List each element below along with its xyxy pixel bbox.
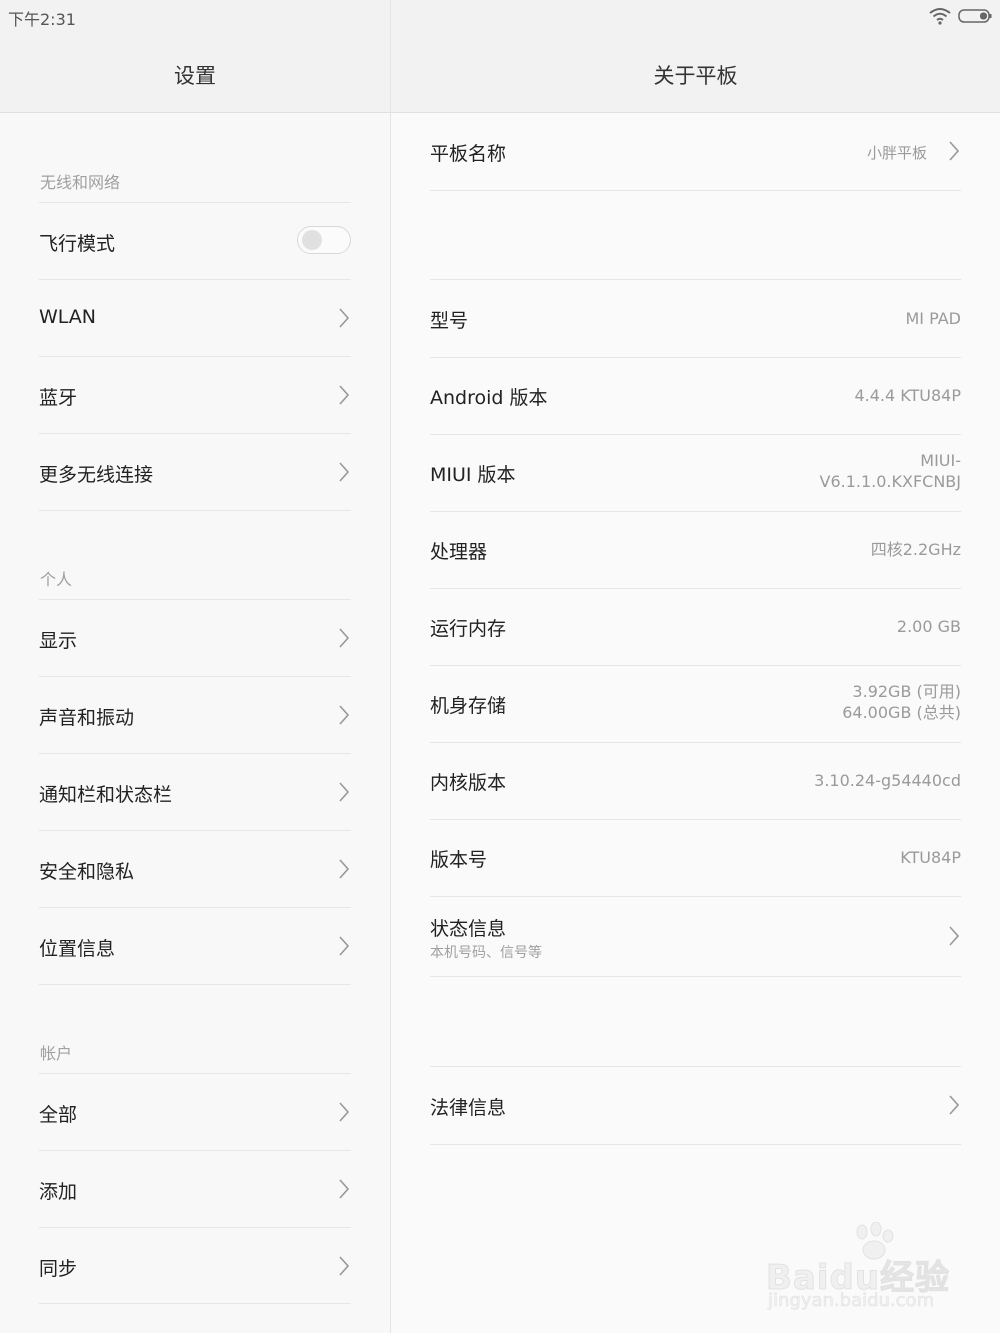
settings-item-bluetooth[interactable]: 蓝牙 bbox=[39, 356, 351, 434]
settings-item-sync[interactable]: 同步 bbox=[39, 1227, 351, 1305]
chevron-right-icon bbox=[339, 462, 349, 482]
miui-version-value: MIUI- V6.1.1.0.KXFCNBJ bbox=[820, 450, 962, 492]
settings-item-label: 显示 bbox=[39, 630, 78, 652]
about-item-label: MIUI 版本 bbox=[430, 464, 516, 486]
settings-item-display[interactable]: 显示 bbox=[39, 599, 351, 677]
storage-available: 3.92GB (可用) bbox=[852, 682, 961, 701]
status-time: 下午2:31 bbox=[8, 10, 76, 29]
settings-item-label: 声音和振动 bbox=[39, 707, 135, 729]
device-name-value: 小胖平板 bbox=[866, 144, 927, 162]
kernel-value: 3.10.24-g54440cd bbox=[814, 771, 961, 790]
about-item-label: 版本号 bbox=[430, 849, 488, 871]
chevron-right-icon bbox=[339, 628, 349, 648]
storage-value: 3.92GB (可用) 64.00GB (总共) bbox=[842, 681, 961, 723]
settings-item-label: 飞行模式 bbox=[39, 233, 116, 255]
miui-version-line2: V6.1.1.0.KXFCNBJ bbox=[819, 472, 962, 491]
about-title: 关于平板 bbox=[653, 64, 738, 88]
settings-list: 无线和网络 飞行模式 WLAN 蓝牙 更多无线连接 个人 显示 声音和振动 通知… bbox=[0, 113, 390, 1333]
settings-item-security[interactable]: 安全和隐私 bbox=[39, 830, 351, 908]
miui-version-line1: MIUI- bbox=[920, 451, 961, 470]
chevron-right-icon bbox=[339, 1179, 349, 1199]
about-item-label: 平板名称 bbox=[430, 143, 507, 165]
section-label-accounts: 帐户 bbox=[40, 1044, 73, 1063]
build-number-value: KTU84P bbox=[900, 848, 961, 867]
settings-item-add-account[interactable]: 添加 bbox=[39, 1150, 351, 1228]
settings-item-label: 通知栏和状态栏 bbox=[39, 784, 173, 806]
section-label-personal: 个人 bbox=[40, 570, 73, 589]
android-version-value: 4.4.4 KTU84P bbox=[854, 386, 961, 405]
about-item-ram: 运行内存 2.00 GB bbox=[430, 588, 961, 666]
about-item-label: 型号 bbox=[430, 310, 469, 332]
about-item-label: 运行内存 bbox=[430, 618, 507, 640]
about-item-label: 法律信息 bbox=[430, 1097, 507, 1119]
about-item-android-version: Android 版本 4.4.4 KTU84P bbox=[430, 357, 961, 435]
about-item-storage: 机身存储 3.92GB (可用) 64.00GB (总共) bbox=[430, 665, 961, 743]
settings-item-label: 安全和隐私 bbox=[39, 861, 135, 883]
chevron-right-icon bbox=[339, 385, 349, 405]
about-item-legal[interactable]: 法律信息 bbox=[430, 1067, 961, 1145]
about-item-build-number: 版本号 KTU84P bbox=[430, 819, 961, 897]
settings-item-wlan[interactable]: WLAN bbox=[39, 279, 351, 357]
settings-item-all-accounts[interactable]: 全部 bbox=[39, 1073, 351, 1151]
about-item-status[interactable]: 状态信息 本机号码、信号等 bbox=[430, 896, 961, 977]
divider bbox=[39, 510, 351, 511]
baidu-watermark: Baidu经验 jingyan.baidu.com bbox=[765, 1222, 956, 1312]
settings-item-label: 同步 bbox=[39, 1258, 78, 1280]
settings-header: 设置 bbox=[0, 32, 390, 113]
about-item-model: 型号 MI PAD bbox=[430, 280, 961, 358]
model-value: MI PAD bbox=[905, 309, 962, 328]
chevron-right-icon bbox=[949, 926, 959, 946]
about-item-label: 处理器 bbox=[430, 541, 488, 563]
settings-item-label: 全部 bbox=[39, 1104, 78, 1126]
settings-item-airplane-mode[interactable]: 飞行模式 bbox=[39, 202, 351, 280]
chevron-right-icon bbox=[339, 782, 349, 802]
divider bbox=[39, 984, 351, 985]
status-bar: 下午2:31 bbox=[0, 0, 1000, 32]
settings-item-label: WLAN bbox=[39, 306, 97, 328]
chevron-right-icon bbox=[339, 859, 349, 879]
about-tablet-panel: 平板名称 小胖平板 型号 MI PAD Android 版本 4.4.4 KTU… bbox=[391, 113, 1000, 1333]
about-header: 关于平板 bbox=[391, 32, 1000, 113]
airplane-mode-toggle[interactable] bbox=[297, 226, 351, 254]
divider bbox=[39, 1303, 351, 1304]
about-item-kernel: 内核版本 3.10.24-g54440cd bbox=[430, 742, 961, 820]
chevron-right-icon bbox=[949, 1095, 959, 1115]
section-label-wireless: 无线和网络 bbox=[40, 173, 121, 192]
about-item-device-name[interactable]: 平板名称 小胖平板 bbox=[430, 113, 961, 191]
chevron-right-icon bbox=[339, 705, 349, 725]
chevron-right-icon bbox=[339, 1102, 349, 1122]
chevron-right-icon bbox=[949, 141, 959, 161]
processor-value: 四核2.2GHz bbox=[870, 540, 961, 559]
storage-total: 64.00GB (总共) bbox=[842, 703, 961, 722]
settings-item-label: 蓝牙 bbox=[39, 387, 78, 409]
about-item-processor: 处理器 四核2.2GHz bbox=[430, 511, 961, 589]
battery-icon bbox=[958, 9, 992, 23]
wifi-icon bbox=[929, 8, 951, 25]
about-item-label: 内核版本 bbox=[430, 772, 507, 794]
settings-item-label: 更多无线连接 bbox=[39, 464, 154, 486]
settings-title: 设置 bbox=[174, 64, 216, 88]
toggle-knob bbox=[302, 230, 322, 250]
settings-item-more-wireless[interactable]: 更多无线连接 bbox=[39, 433, 351, 511]
settings-item-label: 位置信息 bbox=[39, 938, 116, 960]
settings-item-notifications[interactable]: 通知栏和状态栏 bbox=[39, 753, 351, 831]
chevron-right-icon bbox=[339, 1256, 349, 1276]
watermark-url: jingyan.baidu.com bbox=[768, 1290, 935, 1312]
about-item-label: 状态信息 bbox=[430, 918, 507, 940]
chevron-right-icon bbox=[339, 308, 349, 328]
ram-value: 2.00 GB bbox=[896, 617, 961, 636]
status-subtitle: 本机号码、信号等 bbox=[430, 945, 542, 961]
about-item-label: 机身存储 bbox=[430, 695, 507, 717]
about-item-label: Android 版本 bbox=[430, 387, 548, 409]
settings-item-location[interactable]: 位置信息 bbox=[39, 907, 351, 985]
settings-item-sound[interactable]: 声音和振动 bbox=[39, 676, 351, 754]
about-item-miui-version: MIUI 版本 MIUI- V6.1.1.0.KXFCNBJ bbox=[430, 434, 961, 512]
settings-item-label: 添加 bbox=[39, 1181, 78, 1203]
chevron-right-icon bbox=[339, 936, 349, 956]
